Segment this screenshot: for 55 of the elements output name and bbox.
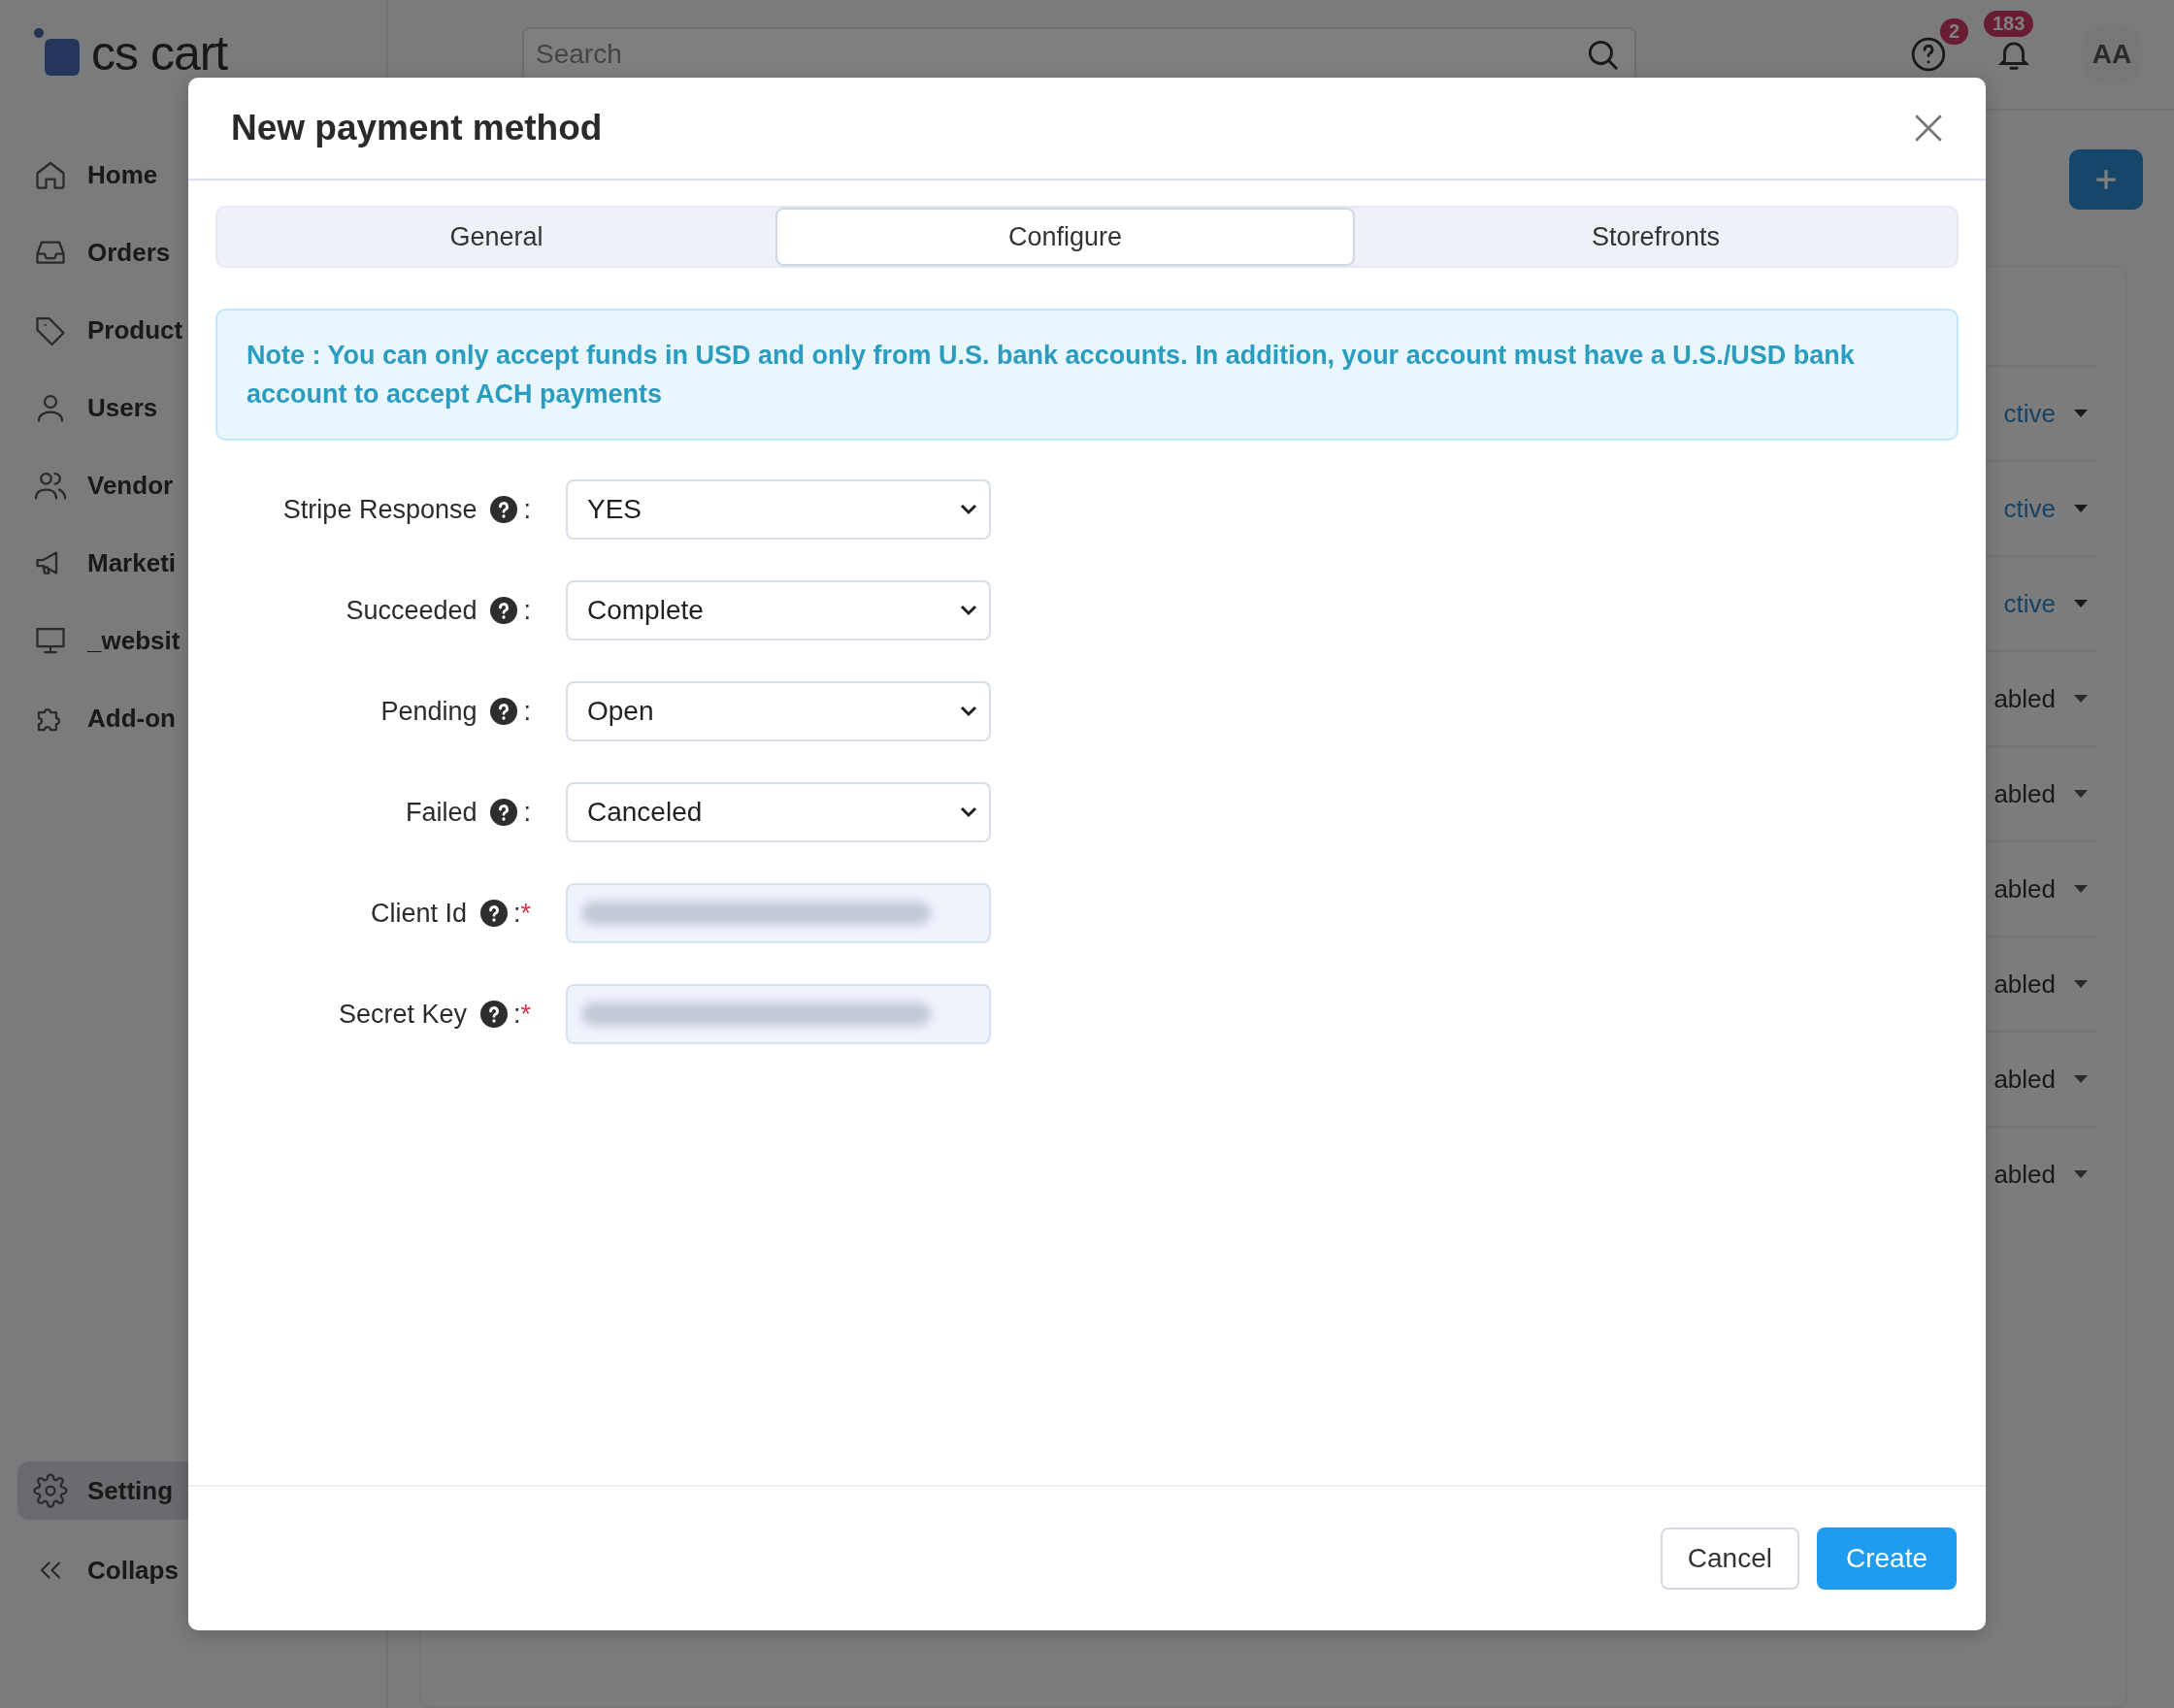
nav-item[interactable]: Collaps	[17, 1541, 347, 1599]
required-mark: *	[520, 898, 531, 929]
label-colon: :	[523, 696, 531, 727]
select-field[interactable]: YES	[566, 479, 991, 540]
close-icon[interactable]	[1912, 112, 1945, 145]
status-text[interactable]: ctive	[2003, 493, 2056, 524]
help-icon[interactable]	[490, 799, 518, 826]
nav-item[interactable]: _websit	[17, 611, 347, 670]
label-colon: :	[523, 494, 531, 525]
chevron-icon	[960, 504, 977, 515]
logo-text: cs cart	[91, 29, 228, 78]
select-field[interactable]: Open	[566, 681, 991, 741]
caret-icon[interactable]	[2073, 504, 2089, 513]
create-button[interactable]: Create	[1816, 1527, 1957, 1590]
user-avatar[interactable]: AA	[2081, 23, 2143, 85]
select-field[interactable]: Canceled	[566, 782, 991, 842]
nav-item[interactable]: Add-on	[17, 689, 347, 747]
add-button[interactable]	[2069, 149, 2143, 210]
logo-icon	[33, 27, 82, 78]
nav-item[interactable]: Marketi	[17, 534, 347, 592]
field-label: Succeeded	[346, 595, 478, 626]
help-icon[interactable]	[490, 698, 518, 725]
chevron-icon	[960, 806, 977, 818]
help-icon[interactable]	[479, 900, 508, 927]
cancel-button[interactable]: Cancel	[1660, 1527, 1799, 1590]
tab[interactable]: Configure	[775, 208, 1355, 266]
label-colon: :	[523, 797, 531, 828]
field-label: Secret Key	[338, 999, 467, 1030]
count-badge: 183	[1984, 11, 2034, 37]
field-label: Client Id	[370, 898, 467, 929]
dialog-title: New payment method	[231, 108, 603, 148]
input-field[interactable]	[566, 883, 991, 943]
field-label: Stripe Response	[282, 494, 478, 525]
tab[interactable]: Storefronts	[1355, 208, 1957, 266]
chevron-icon	[960, 605, 977, 616]
chevron-icon	[960, 706, 977, 717]
label-colon: :	[523, 595, 531, 626]
required-mark: *	[520, 999, 531, 1030]
caret-icon[interactable]	[2073, 409, 2089, 418]
settings-icon	[33, 1473, 68, 1508]
plus-icon	[2093, 167, 2119, 192]
field-label: Pending	[380, 696, 478, 727]
field-label: Failed	[405, 797, 478, 828]
select-field[interactable]: Complete	[566, 580, 991, 640]
status-text[interactable]: ctive	[2003, 588, 2056, 619]
help-icon[interactable]	[490, 597, 518, 624]
help-icon[interactable]	[479, 1001, 508, 1028]
note-message: Note : You can only accept funds in USD and only from U.S. bank accounts. In addition, your account must have a U.S./USD bank account to accept ACH payments	[215, 309, 1959, 441]
help-icon[interactable]	[490, 496, 518, 523]
caret-icon[interactable]	[2073, 599, 2089, 608]
status-text[interactable]: ctive	[2003, 398, 2056, 429]
label-colon: :	[512, 999, 521, 1030]
input-field[interactable]	[566, 984, 991, 1044]
count-badge: 2	[1939, 18, 1968, 45]
label-colon: :	[512, 898, 521, 929]
